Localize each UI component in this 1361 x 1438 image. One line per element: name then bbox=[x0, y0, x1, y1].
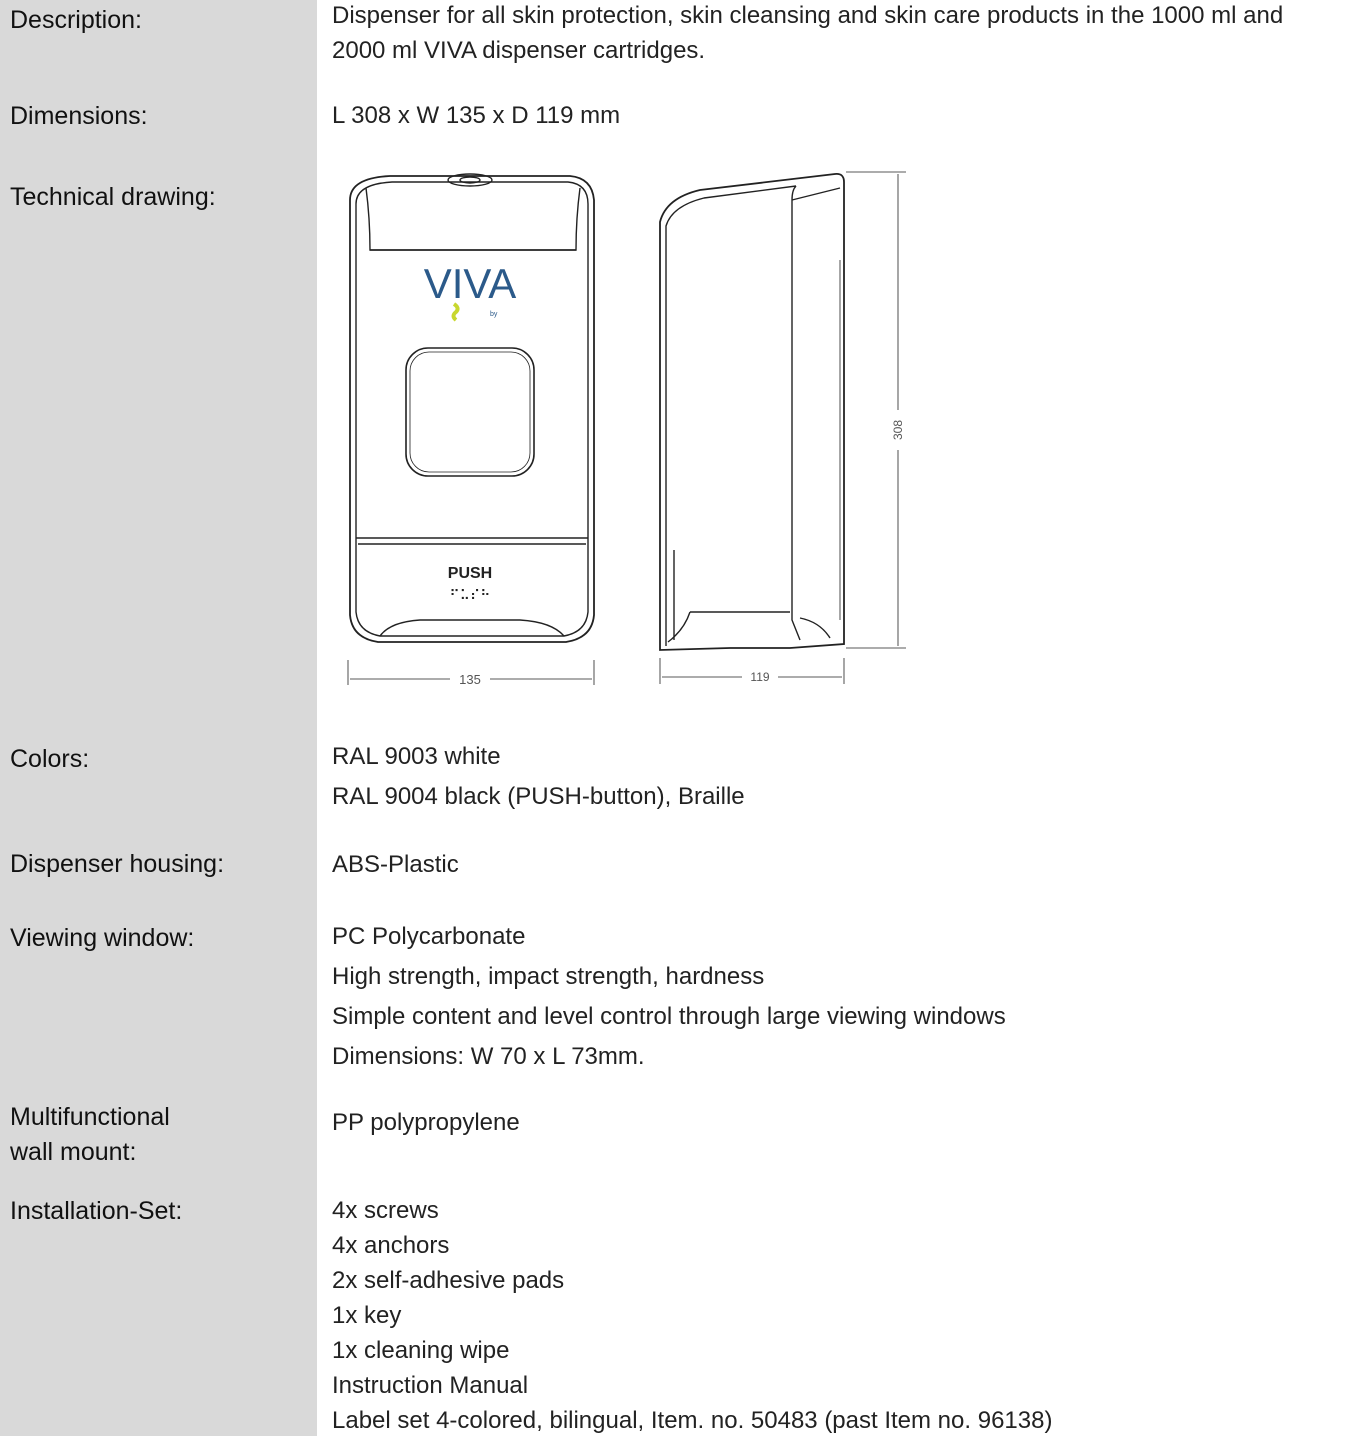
label-wall-mount-line2: wall mount: bbox=[10, 1138, 137, 1166]
viewing-window-line: High strength, impact strength, hardness bbox=[332, 963, 765, 990]
value-viewing-window: PC Polycarbonate High strength, impact s… bbox=[332, 917, 1006, 1077]
brand-logo: VIVA bbox=[424, 260, 517, 307]
installation-item: 1x key bbox=[332, 1302, 402, 1329]
label-technical-drawing: Technical drawing: bbox=[10, 183, 216, 211]
value-dimensions: L 308 x W 135 x D 119 mm bbox=[332, 102, 621, 129]
value-description: Dispenser for all skin protection, skin … bbox=[332, 0, 1283, 68]
depth-dimension: 119 bbox=[750, 670, 769, 684]
value-installation-set: 4x screws 4x anchors 2x self-adhesive pa… bbox=[332, 1193, 1052, 1438]
value-colors: RAL 9003 white RAL 9004 black (PUSH-butt… bbox=[332, 737, 745, 817]
braille-text: ⠋⠥⠎⠓ bbox=[449, 588, 490, 604]
label-installation-set: Installation-Set: bbox=[10, 1197, 183, 1225]
installation-item: 4x anchors bbox=[332, 1232, 450, 1259]
value-housing: ABS-Plastic bbox=[332, 851, 459, 878]
front-view: VIVA by PUSH ⠋⠥⠎⠓ 135 bbox=[347, 173, 595, 687]
installation-item: 4x screws bbox=[332, 1197, 439, 1224]
label-housing: Dispenser housing: bbox=[10, 850, 225, 878]
height-dimension: 308 bbox=[891, 420, 905, 440]
installation-item: 1x cleaning wipe bbox=[332, 1337, 510, 1364]
description-line: Dispenser for all skin protection, skin … bbox=[332, 2, 1284, 29]
colors-line: RAL 9003 white bbox=[332, 743, 501, 770]
label-colors: Colors: bbox=[10, 745, 90, 773]
width-dimension: 135 bbox=[459, 672, 481, 687]
viewing-window-line: Dimensions: W 70 x L 73mm. bbox=[332, 1043, 645, 1070]
label-wall-mount: Multifunctional wall mount: bbox=[10, 1100, 170, 1170]
brand-sub: by bbox=[490, 311, 498, 318]
side-view: 308 119 bbox=[659, 171, 906, 684]
label-wall-mount-line1: Multifunctional bbox=[10, 1103, 170, 1131]
installation-item: 2x self-adhesive pads bbox=[332, 1267, 565, 1294]
installation-item: Label set 4-colored, bilingual, Item. no… bbox=[332, 1407, 1053, 1434]
value-wall-mount: PP polypropylene bbox=[332, 1109, 520, 1136]
viewing-window-line: PC Polycarbonate bbox=[332, 923, 526, 950]
label-viewing-window: Viewing window: bbox=[10, 924, 195, 952]
installation-item: Instruction Manual bbox=[332, 1372, 529, 1399]
label-description: Description: bbox=[10, 6, 142, 34]
push-label: PUSH bbox=[448, 565, 492, 582]
viewing-window-line: Simple content and level control through… bbox=[332, 1003, 1006, 1030]
description-line: 2000 ml VIVA dispenser cartridges. bbox=[332, 37, 706, 64]
label-dimensions: Dimensions: bbox=[10, 102, 148, 130]
technical-drawing: VIVA by PUSH ⠋⠥⠎⠓ 135 308 119 bbox=[330, 160, 930, 700]
colors-line: RAL 9004 black (PUSH-button), Braille bbox=[332, 783, 745, 810]
